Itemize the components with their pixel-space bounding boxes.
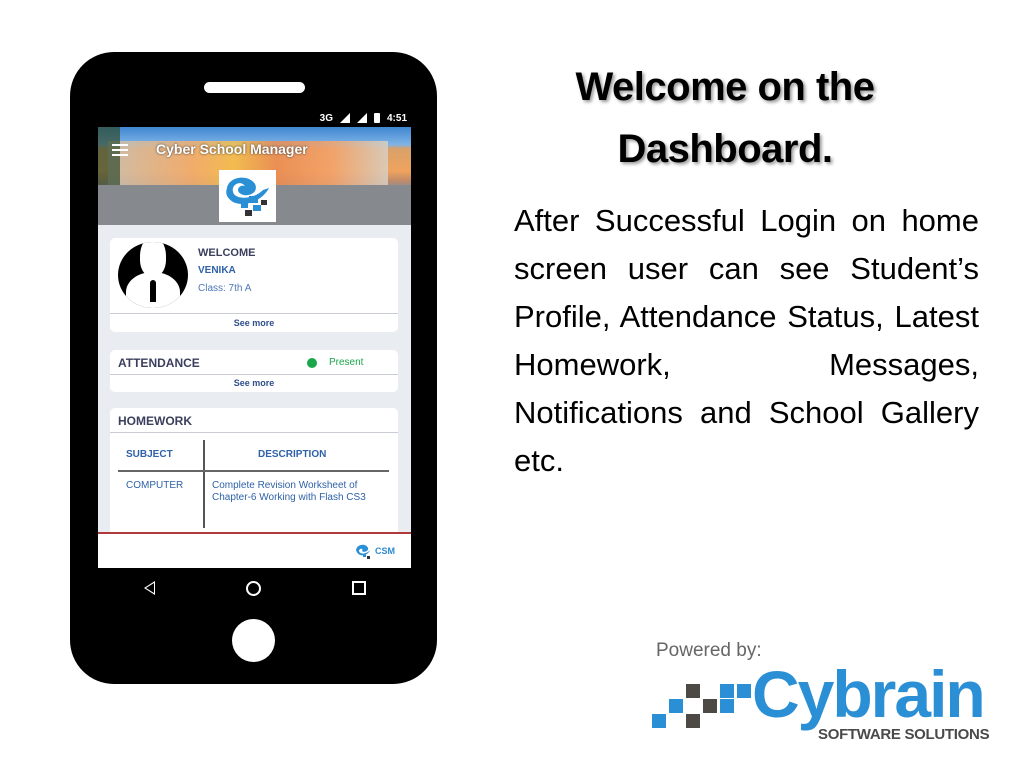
attendance-status: Present	[329, 357, 364, 368]
android-nav-bar	[98, 576, 411, 600]
homework-subject: COMPUTER	[126, 480, 184, 491]
physical-home-button[interactable]	[232, 619, 275, 662]
logo-square	[686, 714, 700, 728]
signal-icon	[356, 113, 367, 123]
homework-description: Complete Revision Worksheet of Chapter-6…	[212, 480, 366, 503]
status-dot-icon	[307, 358, 317, 368]
homework-label: HOMEWORK	[118, 414, 192, 428]
cybrain-logo: Cybrain SOFTWARE SOLUTIONS	[652, 657, 1012, 746]
logo-square	[720, 684, 734, 698]
divider	[110, 313, 398, 314]
app-logo	[219, 170, 276, 222]
attendance-card: ATTENDANCE Present See more	[110, 350, 398, 392]
hamburger-menu-icon[interactable]	[112, 144, 128, 156]
csm-logo-text: CSM	[375, 546, 395, 556]
app-screen: Cyber School Manager WELCOME VENIKA Clas…	[98, 127, 411, 568]
status-bar: 3G 4:51	[98, 108, 411, 128]
brand-tagline: SOFTWARE SOLUTIONS	[818, 726, 990, 743]
student-name: VENIKA	[198, 265, 236, 276]
divider	[110, 374, 398, 375]
back-icon[interactable]	[143, 581, 155, 595]
column-header-description: DESCRIPTION	[258, 449, 327, 460]
column-divider	[203, 440, 205, 528]
welcome-label: WELCOME	[198, 247, 256, 259]
logo-square	[737, 684, 751, 698]
csm-logo-icon	[356, 544, 370, 559]
app-footer: CSM	[98, 532, 411, 568]
logo-square	[669, 699, 683, 713]
logo-square	[652, 714, 666, 728]
recent-apps-icon[interactable]	[351, 581, 366, 595]
header-divider	[118, 470, 389, 472]
student-class: Class: 7th A	[198, 283, 252, 294]
attendance-see-more-link[interactable]: See more	[110, 378, 398, 388]
brand-name: Cybrain	[752, 657, 986, 731]
slide-title: Welcome on the Dashboard.	[575, 65, 875, 171]
profile-see-more-link[interactable]: See more	[110, 318, 398, 328]
battery-icon	[373, 113, 380, 123]
logo-square	[686, 684, 700, 698]
profile-card: WELCOME VENIKA Class: 7th A See more	[110, 238, 398, 332]
avatar	[118, 242, 188, 308]
powered-by-label: Powered by:	[656, 640, 762, 661]
network-type: 3G	[319, 112, 333, 124]
speaker-slot	[204, 82, 305, 93]
signal-icon	[339, 113, 350, 123]
logo-square	[703, 699, 717, 713]
slide-description: After Successful Login on home screen us…	[514, 203, 979, 478]
phone-mockup: 3G 4:51 Cyber School Manager WELCOME VEN…	[70, 52, 437, 684]
app-title: Cyber School Manager	[156, 141, 308, 157]
logo-square	[720, 699, 734, 713]
home-icon[interactable]	[245, 580, 261, 596]
attendance-label: ATTENDANCE	[118, 356, 200, 370]
divider	[110, 432, 398, 433]
clock: 4:51	[386, 112, 407, 124]
school-banner-image: Cyber School Manager	[98, 127, 411, 225]
column-header-subject: SUBJECT	[126, 449, 173, 460]
csm-logo: CSM	[354, 542, 395, 560]
